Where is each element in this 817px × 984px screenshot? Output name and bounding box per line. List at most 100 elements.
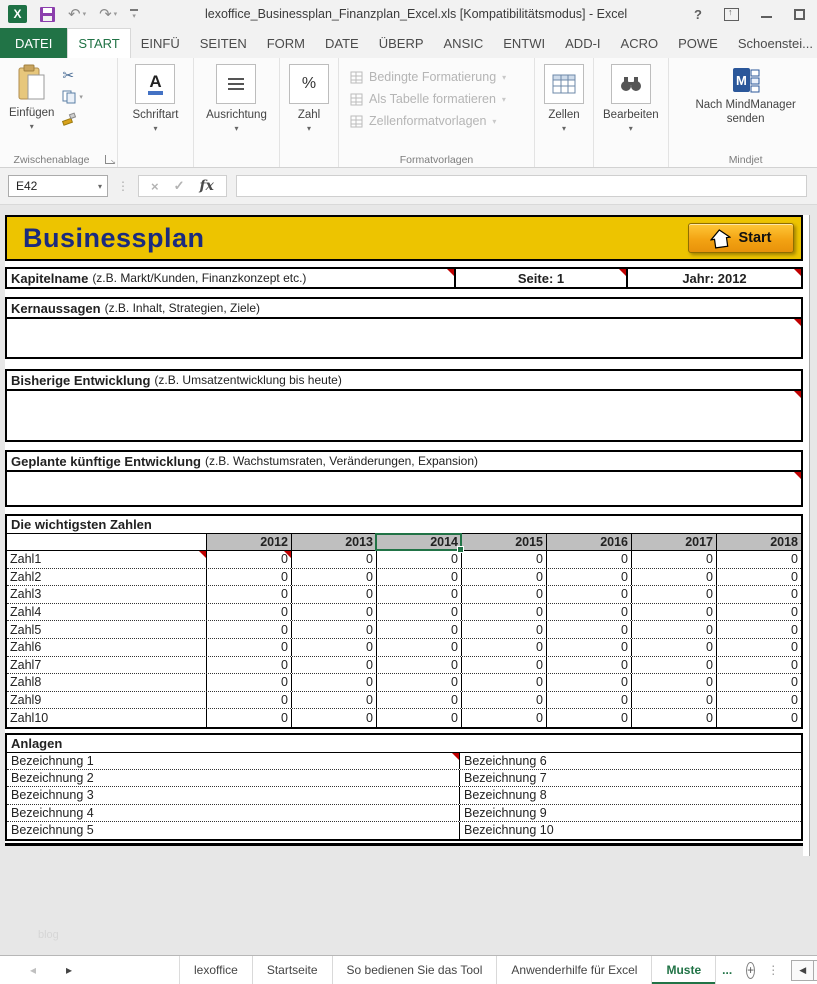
chevron-down-icon[interactable]: ▾ <box>79 93 83 101</box>
value-cell[interactable]: 0 <box>461 692 546 709</box>
style-item-zellenformatvorlagen[interactable]: Zellenformatvorlagen▾ <box>350 114 506 128</box>
value-cell[interactable]: 0 <box>716 551 801 568</box>
value-cell[interactable]: 0 <box>461 586 546 603</box>
dialog-launcher-icon[interactable] <box>105 155 114 164</box>
ribbon-tab-ansic[interactable]: ANSIC <box>434 28 494 58</box>
number-button[interactable]: % Zahl ▾ <box>283 63 335 134</box>
value-cell[interactable]: 0 <box>376 639 461 656</box>
anlagen-cell-left[interactable]: Bezeichnung 1 <box>7 753 460 769</box>
value-cell[interactable]: 0 <box>376 586 461 603</box>
minimize-button[interactable] <box>761 16 772 18</box>
sheet-nav-left-icon[interactable]: ◂ <box>30 963 36 977</box>
copy-button[interactable]: ▾ <box>62 90 83 104</box>
style-item-bedingte-formatierung[interactable]: Bedingte Formatierung▾ <box>350 70 506 84</box>
sheet-tab-anwenderhilfe-für-excel[interactable]: Anwenderhilfe für Excel <box>497 956 652 984</box>
year-header-2017[interactable]: 2017 <box>631 534 716 550</box>
chevron-down-icon[interactable]: ▾ <box>629 124 633 133</box>
ribbon-tab-datei[interactable]: DATEI <box>0 28 67 58</box>
row-label[interactable]: Zahl10 <box>7 709 206 727</box>
editing-button[interactable]: Bearbeiten ▾ <box>597 63 665 134</box>
format-painter-icon[interactable] <box>62 112 76 126</box>
value-cell[interactable]: 0 <box>206 551 291 568</box>
value-cell[interactable]: 0 <box>461 674 546 691</box>
jahr-cell[interactable]: Jahr: 2012 <box>626 269 801 287</box>
row-label[interactable]: Zahl2 <box>7 569 206 586</box>
ribbon-tab-powe[interactable]: POWE <box>668 28 728 58</box>
value-cell[interactable]: 0 <box>461 551 546 568</box>
chevron-down-icon[interactable]: ▾ <box>93 182 107 191</box>
value-cell[interactable]: 0 <box>291 709 376 727</box>
value-cell[interactable]: 0 <box>461 604 546 621</box>
ribbon-display-options-button[interactable] <box>724 8 739 21</box>
paste-button[interactable]: Einfügen ▾ <box>3 63 60 132</box>
value-cell[interactable]: 0 <box>716 709 801 727</box>
scroll-left-button[interactable]: ◀ <box>791 960 814 981</box>
anlagen-cell-right[interactable]: Bezeichnung 8 <box>460 787 801 803</box>
value-cell[interactable]: 0 <box>631 604 716 621</box>
value-cell[interactable]: 0 <box>631 709 716 727</box>
value-cell[interactable]: 0 <box>631 639 716 656</box>
ribbon-tab-einfü[interactable]: EINFÜ <box>131 28 190 58</box>
value-cell[interactable]: 0 <box>206 604 291 621</box>
style-item-als-tabelle-formatieren[interactable]: Als Tabelle formatieren▾ <box>350 92 506 106</box>
sheet-tab-so-bedienen-sie-das-tool[interactable]: So bedienen Sie das Tool <box>333 956 498 984</box>
value-cell[interactable]: 0 <box>376 604 461 621</box>
year-header-2012[interactable]: 2012 <box>206 534 291 550</box>
year-header-2018[interactable]: 2018 <box>716 534 801 550</box>
value-cell[interactable]: 0 <box>546 639 631 656</box>
value-cell[interactable]: 0 <box>291 551 376 568</box>
value-cell[interactable]: 0 <box>376 657 461 674</box>
anlagen-cell-left[interactable]: Bezeichnung 4 <box>7 805 460 821</box>
sheet-tab-muste-active[interactable]: Muste <box>652 956 716 984</box>
chevron-down-icon[interactable]: ▾ <box>307 124 311 133</box>
year-header-2015[interactable]: 2015 <box>461 534 546 550</box>
redo-button[interactable]: ↷▾ <box>99 7 117 22</box>
insert-function-icon[interactable]: fx <box>200 178 214 194</box>
value-cell[interactable]: 0 <box>461 709 546 727</box>
value-cell[interactable]: 0 <box>291 569 376 586</box>
value-cell[interactable]: 0 <box>716 657 801 674</box>
value-cell[interactable]: 0 <box>206 586 291 603</box>
sheet-tab-overflow[interactable]: ... <box>716 956 738 984</box>
value-cell[interactable]: 0 <box>716 639 801 656</box>
value-cell[interactable]: 0 <box>546 657 631 674</box>
row-label[interactable]: Zahl1 <box>7 551 206 568</box>
chevron-down-icon[interactable]: ▾ <box>562 124 566 133</box>
ribbon-tab-form[interactable]: FORM <box>257 28 315 58</box>
qat-customize-button[interactable]: ▾ <box>130 9 138 20</box>
cancel-icon[interactable]: × <box>151 179 159 194</box>
value-cell[interactable]: 0 <box>376 621 461 638</box>
row-label[interactable]: Zahl5 <box>7 621 206 638</box>
section-input-area[interactable] <box>7 319 801 357</box>
value-cell[interactable]: 0 <box>206 569 291 586</box>
anlagen-cell-right[interactable]: Bezeichnung 10 <box>460 822 801 839</box>
value-cell[interactable]: 0 <box>716 586 801 603</box>
value-cell[interactable]: 0 <box>376 709 461 727</box>
value-cell[interactable]: 0 <box>206 657 291 674</box>
chevron-down-icon[interactable]: ▾ <box>83 11 87 18</box>
value-cell[interactable]: 0 <box>546 586 631 603</box>
cut-icon[interactable]: ✂ <box>62 68 83 82</box>
value-cell[interactable]: 0 <box>631 586 716 603</box>
value-cell[interactable]: 0 <box>291 692 376 709</box>
value-cell[interactable]: 0 <box>716 692 801 709</box>
value-cell[interactable]: 0 <box>206 621 291 638</box>
maximize-button[interactable] <box>794 9 805 20</box>
undo-button[interactable]: ↶▾ <box>68 7 86 22</box>
row-label[interactable]: Zahl3 <box>7 586 206 603</box>
alignment-button[interactable]: Ausrichtung ▾ <box>200 63 273 134</box>
value-cell[interactable]: 0 <box>546 692 631 709</box>
anlagen-cell-right[interactable]: Bezeichnung 7 <box>460 770 801 786</box>
value-cell[interactable]: 0 <box>546 551 631 568</box>
value-cell[interactable]: 0 <box>546 569 631 586</box>
value-cell[interactable]: 0 <box>376 692 461 709</box>
sheet-tab-startseite[interactable]: Startseite <box>253 956 333 984</box>
new-sheet-button[interactable]: + <box>746 962 755 979</box>
value-cell[interactable]: 0 <box>291 604 376 621</box>
sheet-nav-right-icon[interactable]: ▸ <box>66 963 72 977</box>
anlagen-cell-left[interactable]: Bezeichnung 2 <box>7 770 460 786</box>
chevron-down-icon[interactable]: ▾ <box>30 122 34 131</box>
section-input-area[interactable] <box>7 391 801 440</box>
row-label[interactable]: Zahl6 <box>7 639 206 656</box>
row-label[interactable]: Zahl7 <box>7 657 206 674</box>
